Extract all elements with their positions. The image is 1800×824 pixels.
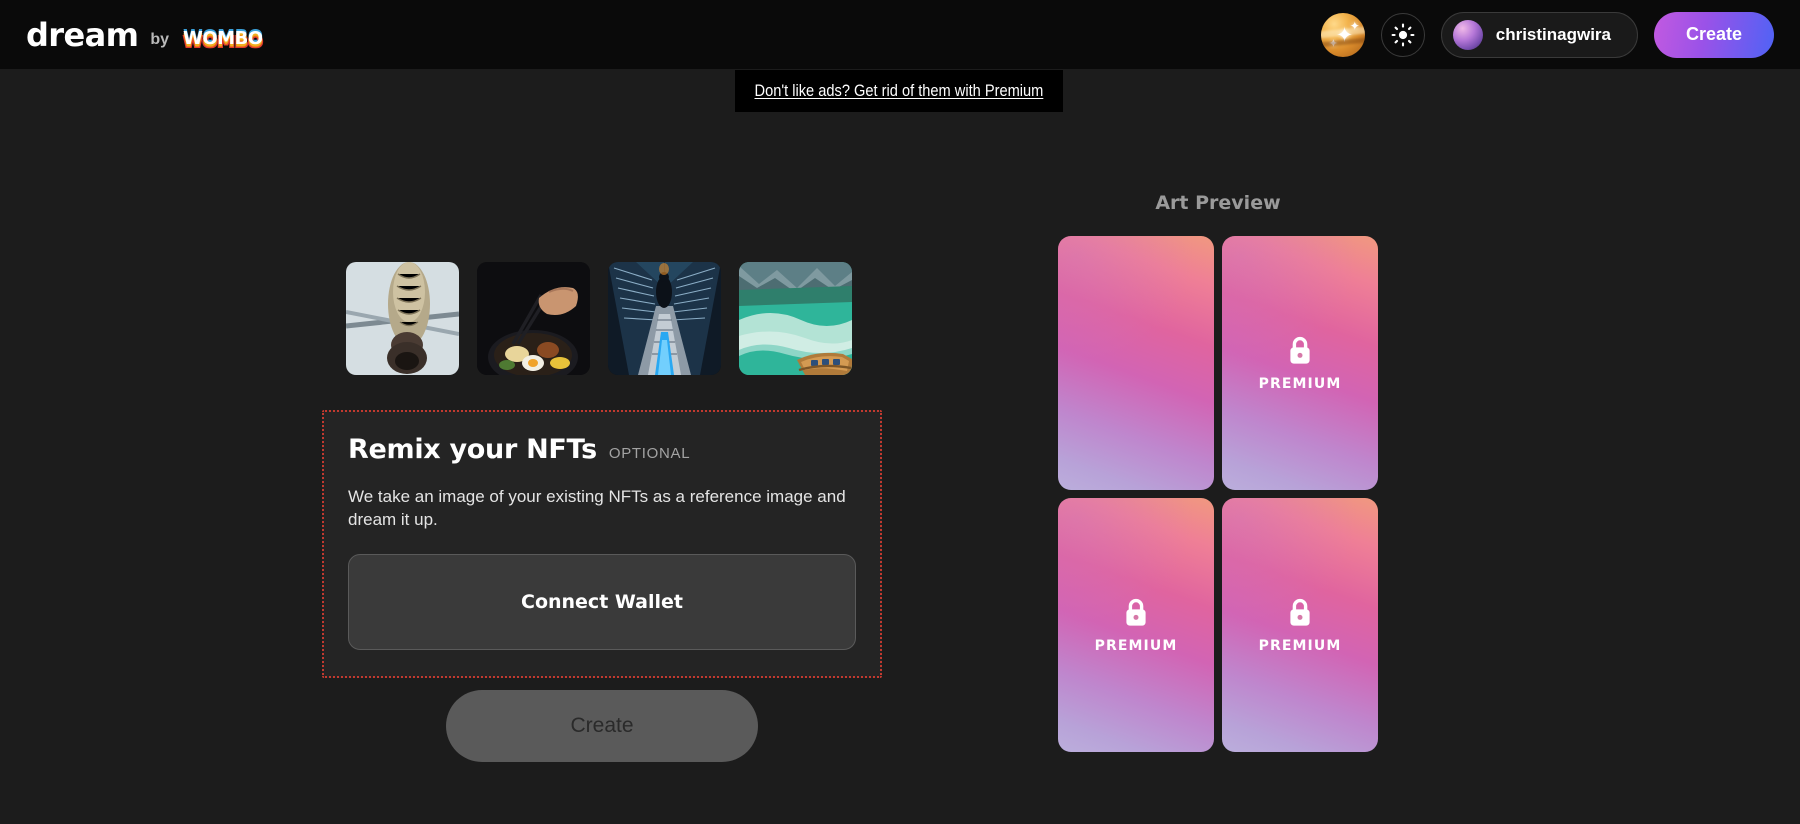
brand-logo[interactable]: dream by WOMBO — [26, 19, 265, 51]
remix-nfts-header: Remix your NFTs OPTIONAL — [348, 434, 856, 465]
create-action-row: Create — [322, 689, 882, 762]
sun-icon — [1391, 23, 1415, 46]
sparkle-glyph-tiny: ✦ — [1328, 37, 1338, 50]
main-stage: Remix your NFTs OPTIONAL We take an imag… — [0, 69, 1800, 824]
brand-name: dream — [26, 15, 139, 54]
app-header: dream by WOMBO ✦ ✦ ✦ christinagwira Crea… — [0, 0, 1800, 69]
connect-wallet-button[interactable]: Connect Wallet — [348, 553, 856, 650]
avatar — [1452, 19, 1483, 50]
art-preview-card-3[interactable]: PREMIUM — [1058, 498, 1214, 752]
premium-label: PREMIUM — [1258, 637, 1342, 654]
remix-nfts-card: Remix your NFTs OPTIONAL We take an imag… — [322, 410, 882, 678]
boat-on-lake-thumbnail[interactable] — [739, 262, 852, 375]
remix-nfts-title: Remix your NFTs — [348, 434, 597, 465]
lock-icon — [1290, 598, 1310, 626]
art-preview-panel: Art Preview PREMIUM PREMIUM PREMIUM — [1058, 192, 1378, 752]
premium-ad-banner[interactable]: Don't like ads? Get rid of them with Pre… — [735, 70, 1063, 112]
art-preview-card-4[interactable]: PREMIUM — [1222, 498, 1378, 752]
create-button[interactable]: Create — [446, 689, 758, 762]
header-actions: ✦ ✦ ✦ christinagwira Create — [1320, 11, 1774, 58]
sparkle-glyph-small: ✦ — [1349, 18, 1360, 33]
header-create-button[interactable]: Create — [1654, 11, 1774, 58]
planet-sparkle-icon[interactable]: ✦ ✦ ✦ — [1320, 12, 1365, 57]
premium-label: PREMIUM — [1094, 637, 1178, 654]
app-root: dream by WOMBO ✦ ✦ ✦ christinagwira Crea… — [0, 0, 1800, 824]
theme-toggle-button[interactable] — [1380, 12, 1425, 57]
lock-icon — [1126, 598, 1146, 626]
lock-icon — [1290, 336, 1310, 364]
premium-lock-overlay: PREMIUM — [1259, 335, 1342, 392]
art-preview-card-1[interactable] — [1058, 236, 1214, 490]
art-preview-title: Art Preview — [1155, 192, 1281, 214]
create-panel: Remix your NFTs OPTIONAL We take an imag… — [322, 262, 882, 762]
premium-lock-overlay: PREMIUM — [1095, 597, 1178, 654]
premium-ad-link[interactable]: Don't like ads? Get rid of them with Pre… — [755, 81, 1044, 101]
art-preview-card-2[interactable]: PREMIUM — [1222, 236, 1378, 490]
style-thumbnail-row — [322, 262, 882, 375]
premium-label: PREMIUM — [1258, 375, 1342, 392]
remix-nfts-description: We take an image of your existing NFTs a… — [348, 487, 846, 530]
user-account-button[interactable]: christinagwira — [1440, 11, 1638, 58]
username-label: christinagwira — [1495, 24, 1611, 44]
bird-on-cable-thumbnail[interactable] — [346, 262, 459, 375]
escalator-thumbnail[interactable] — [608, 262, 721, 375]
food-chopsticks-thumbnail[interactable] — [477, 262, 590, 375]
wombo-wordmark: WOMBO — [183, 27, 263, 49]
brand-by-label: by — [150, 30, 170, 48]
premium-lock-overlay: PREMIUM — [1259, 597, 1342, 654]
art-preview-grid: PREMIUM PREMIUM PREMIUM — [1058, 236, 1378, 752]
optional-tag: OPTIONAL — [608, 445, 691, 462]
